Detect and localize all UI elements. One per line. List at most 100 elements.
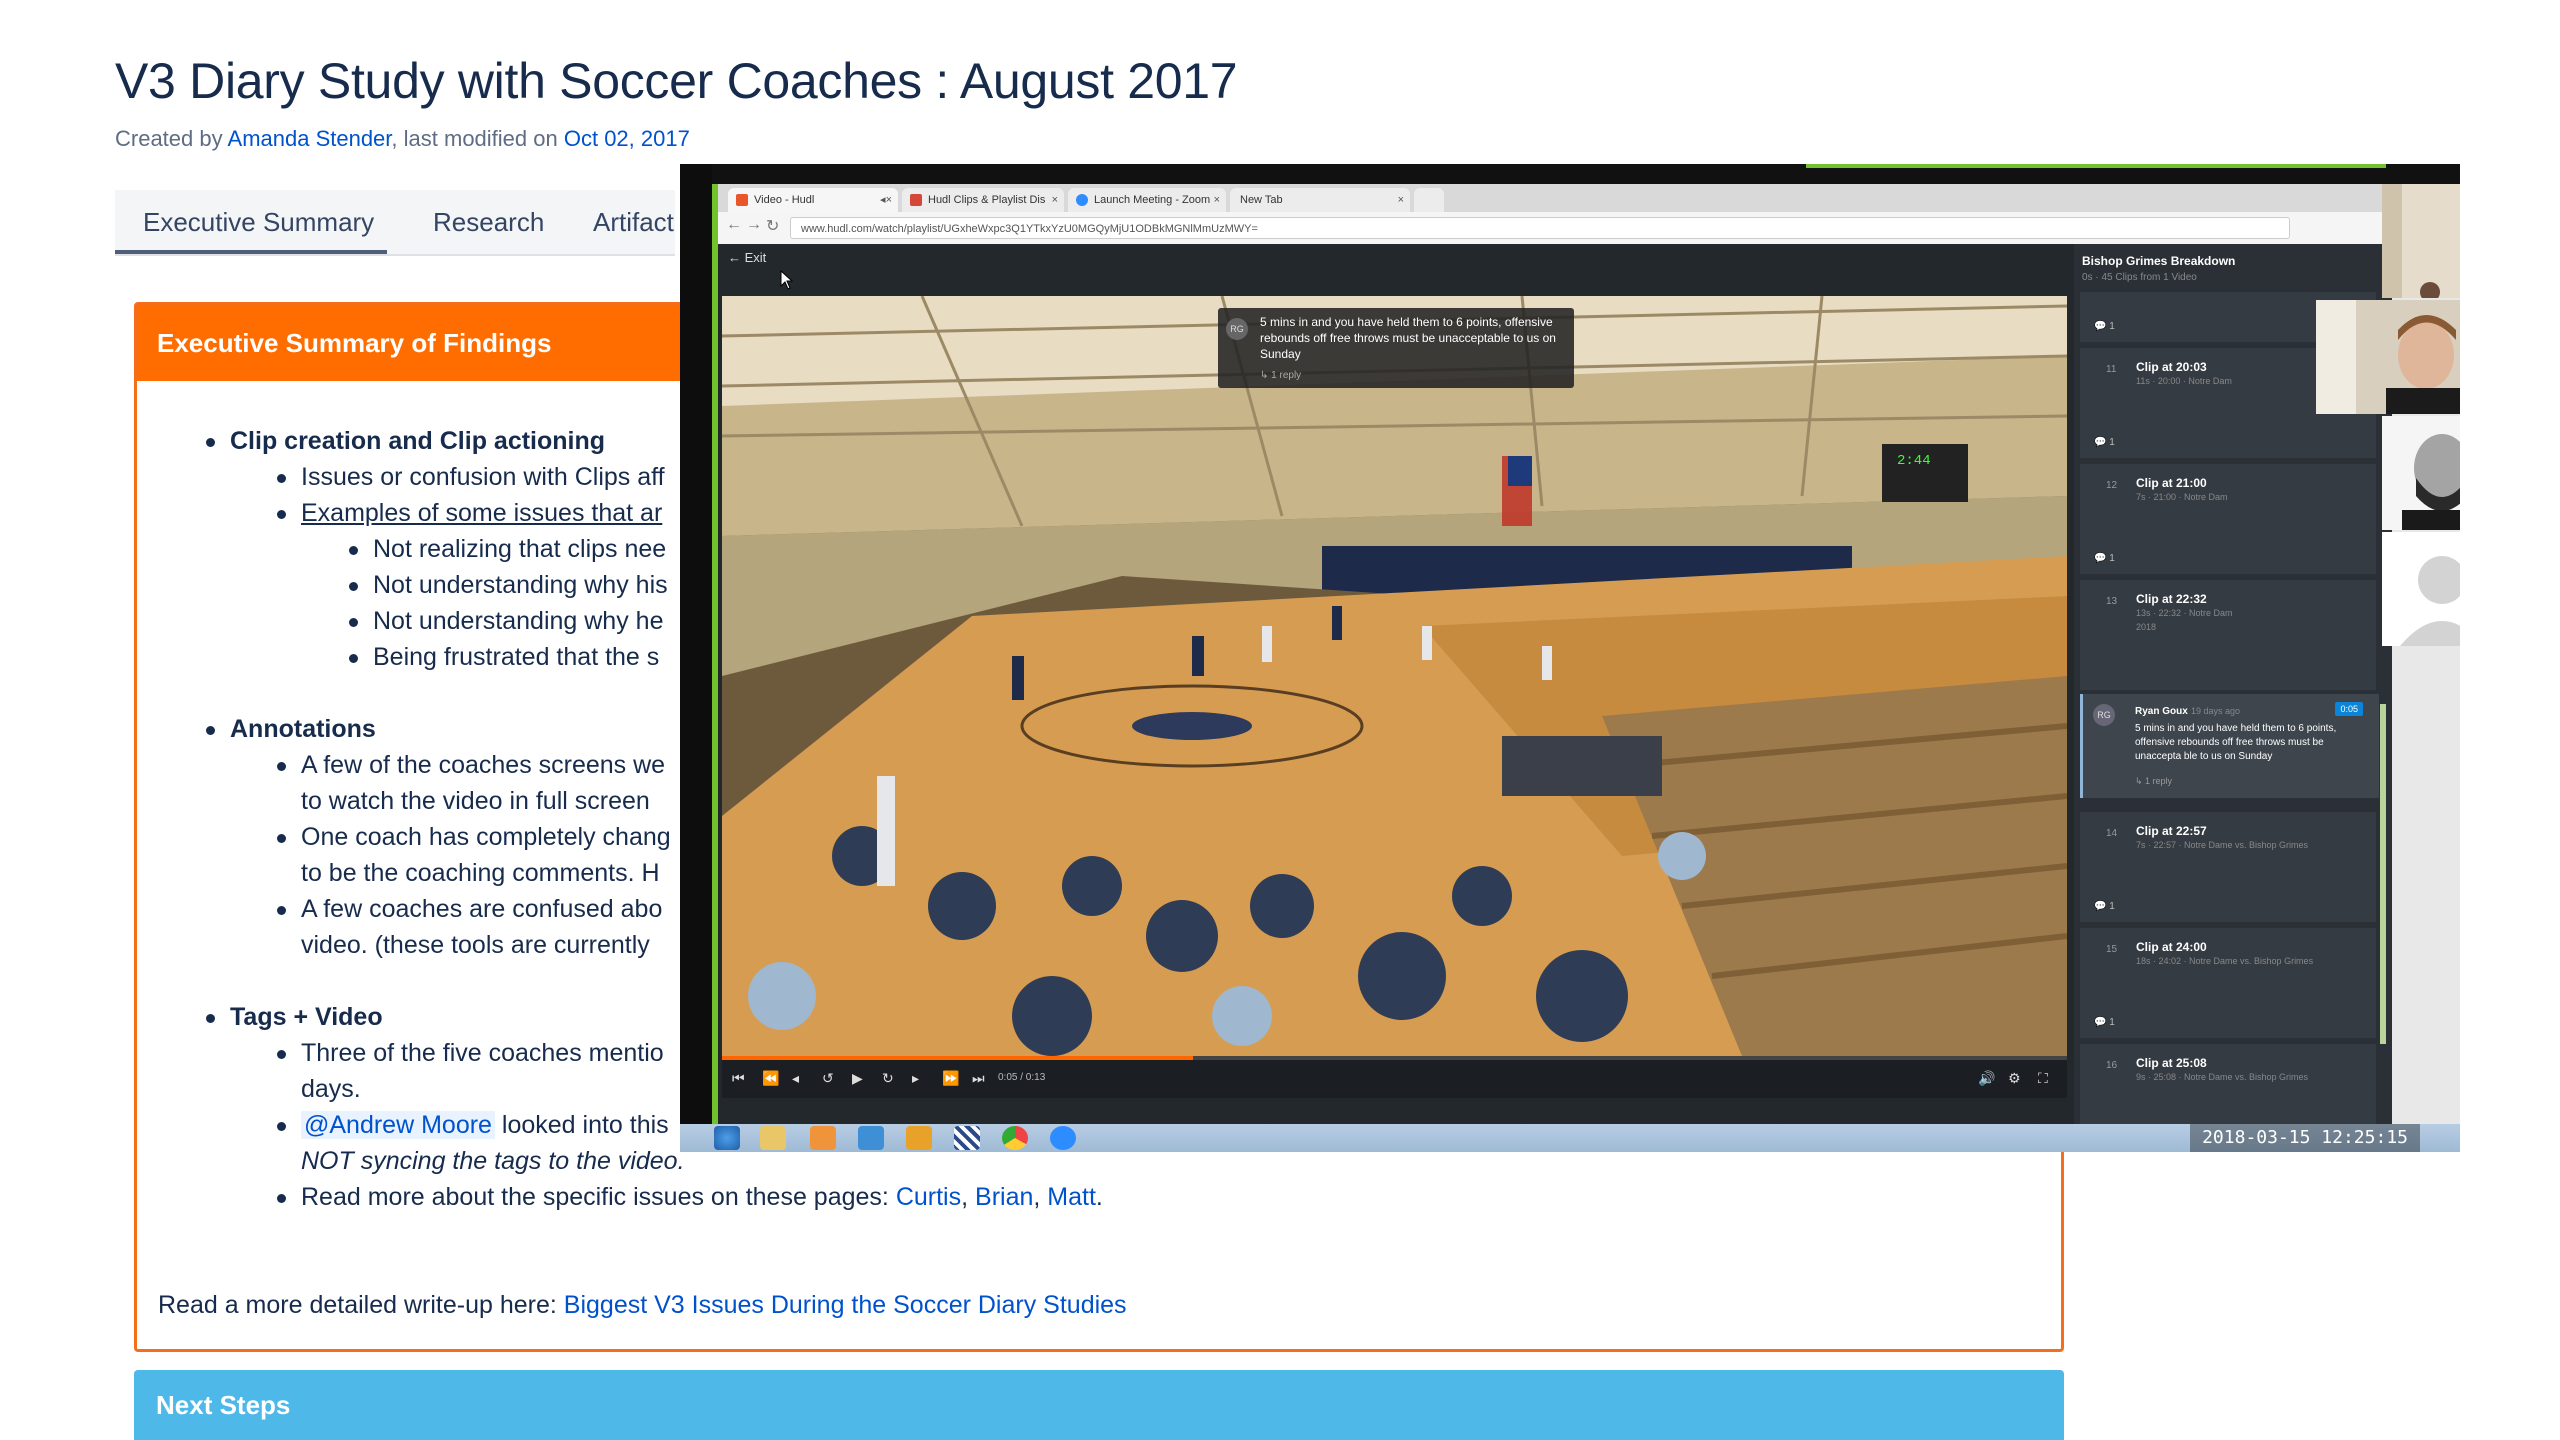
zoom-app-icon[interactable] xyxy=(1050,1126,1076,1150)
clip-number: 15 xyxy=(2106,944,2118,955)
close-tab-icon[interactable]: × xyxy=(1214,188,1220,212)
play-icon[interactable]: ▶ xyxy=(852,1070,863,1087)
clip-sub-1: Not realizing that clips nee xyxy=(348,531,666,567)
gmail-favicon-icon xyxy=(910,194,922,206)
comment-count: 💬 1 xyxy=(2094,901,2115,912)
clip-item-2-link[interactable]: Examples of some issues that ar xyxy=(276,495,662,531)
skip-end-icon[interactable]: ⏭ xyxy=(972,1070,985,1087)
overlay-frame xyxy=(680,164,712,1124)
browser-tab-zoom[interactable]: Launch Meeting - Zoom × xyxy=(1068,188,1226,212)
page-tabs: Executive Summary Research Artifact xyxy=(115,190,675,256)
comment-reply-link[interactable]: ↳ 1 reply xyxy=(2135,776,2172,787)
step-back-icon[interactable]: ◂ xyxy=(792,1070,799,1087)
annotations-item-1-cont: to watch the video in full screen xyxy=(301,787,650,815)
clip-card-15[interactable]: 15 Clip at 24:00 18s · 24:02 · Notre Dam… xyxy=(2080,928,2376,1038)
skip-start-icon[interactable]: ⏮ xyxy=(732,1070,745,1087)
back-arrow-icon[interactable]: ← xyxy=(726,216,742,234)
sep-1: , xyxy=(961,1183,976,1211)
close-tab-icon[interactable]: ◂× xyxy=(880,188,892,212)
volume-icon[interactable]: 🔊 xyxy=(1978,1070,1995,1087)
sidebar-scrollbar[interactable] xyxy=(2380,704,2386,1044)
author-link[interactable]: Amanda Stender xyxy=(228,126,392,151)
outlook-icon[interactable] xyxy=(906,1126,932,1150)
hudl-player-page: ← Exit 2:44 RG 5 mins in and you have he… xyxy=(718,244,2392,1124)
link-matt[interactable]: Matt xyxy=(1047,1183,1096,1211)
clip-number: 14 xyxy=(2106,828,2118,839)
tags-item-3-text: Read more about the specific issues on t… xyxy=(301,1183,896,1211)
selected-clip-comment[interactable]: RG Ryan Goux 19 days ago 0:05 5 mins in … xyxy=(2080,694,2379,798)
url-field[interactable]: www.hudl.com/watch/playlist/UGxheWxpc3Q1… xyxy=(790,217,2290,239)
playlist-subtitle: 0s · 45 Clips from 1 Video xyxy=(2082,272,2197,283)
close-tab-icon[interactable]: × xyxy=(1052,188,1058,212)
rewind-icon[interactable]: ⏪ xyxy=(762,1070,779,1087)
video-comment-overlay[interactable]: RG 5 mins in and you have held them to 6… xyxy=(1218,308,1574,388)
clip-number: 11 xyxy=(2106,364,2117,375)
modified-date-link[interactable]: Oct 02, 2017 xyxy=(564,126,690,151)
participant-video-4[interactable] xyxy=(2382,532,2460,646)
svg-text:2:44: 2:44 xyxy=(1897,453,1931,469)
participant-video-3[interactable] xyxy=(2382,416,2460,530)
network-app-icon[interactable] xyxy=(954,1126,980,1150)
close-tab-icon[interactable]: × xyxy=(1398,188,1404,212)
participant-video-1[interactable] xyxy=(2382,184,2460,298)
writeup-link[interactable]: Biggest V3 Issues During the Soccer Diar… xyxy=(564,1291,1127,1319)
browser-tab-label: Hudl Clips & Playlist Dis xyxy=(928,194,1046,206)
next-steps-header: Next Steps xyxy=(134,1370,2064,1440)
loop-icon[interactable]: ↻ xyxy=(882,1070,894,1087)
participant-video-2[interactable] xyxy=(2316,300,2460,414)
link-curtis[interactable]: Curtis xyxy=(896,1183,961,1211)
clip-card-14[interactable]: 14 Clip at 22:57 7s · 22:57 · Notre Dame… xyxy=(2080,812,2376,922)
forward-arrow-icon[interactable]: → xyxy=(746,216,762,234)
clip-meta: 7s · 22:57 · Notre Dame vs. Bishop Grime… xyxy=(2136,840,2309,850)
tab-artifact[interactable]: Artifact xyxy=(593,190,674,254)
reload-icon[interactable]: ↻ xyxy=(766,216,779,236)
clip-meta-extra: 2018 xyxy=(2136,622,2157,632)
comment-count-value: 1 xyxy=(2109,1017,2115,1028)
replay-icon[interactable]: ↺ xyxy=(822,1070,834,1087)
internet-explorer-icon[interactable] xyxy=(858,1126,884,1150)
browser-tab-hudl[interactable]: Video - Hudl ◂× xyxy=(728,188,898,212)
media-player-icon[interactable] xyxy=(810,1126,836,1150)
clip-title: Clip at 25:08 xyxy=(2136,1056,2207,1070)
tab-research[interactable]: Research xyxy=(433,190,544,254)
browser-tab-new[interactable]: New Tab × xyxy=(1230,188,1410,212)
video-comment-reply-link[interactable]: ↳ 1 reply xyxy=(1260,368,1301,384)
comment-count-value: 1 xyxy=(2109,901,2115,912)
comment-timestamp-badge[interactable]: 0:05 xyxy=(2335,702,2363,716)
participant-1-image xyxy=(2382,184,2460,298)
step-forward-icon[interactable]: ▸ xyxy=(912,1070,919,1087)
new-tab-button[interactable] xyxy=(1414,188,1444,212)
start-button-icon[interactable] xyxy=(714,1126,740,1150)
zoom-participants xyxy=(2316,184,2460,654)
clip-number: 13 xyxy=(2106,596,2118,607)
tab-executive-summary[interactable]: Executive Summary xyxy=(115,190,387,254)
user-mention-link[interactable]: @Andrew Moore xyxy=(301,1111,495,1139)
link-brian[interactable]: Brian xyxy=(975,1183,1033,1211)
sep-2: , xyxy=(1033,1183,1048,1211)
tags-item-2-cont: NOT syncing the tags to the video. xyxy=(301,1147,685,1175)
clip-card-12[interactable]: 12 Clip at 21:00 7s · 21:00 · Notre Dam … xyxy=(2080,464,2376,574)
annotations-item-1: A few of the coaches screens we xyxy=(276,747,665,783)
file-explorer-icon[interactable] xyxy=(760,1126,786,1150)
clip-meta: 11s · 20:00 · Notre Dam xyxy=(2136,376,2232,386)
comment-count: 💬 1 xyxy=(2094,437,2115,448)
page-byline: Created by Amanda Stender, last modified… xyxy=(115,126,690,152)
timecode: 0:05 / 0:13 xyxy=(998,1072,1046,1083)
clip-number: 16 xyxy=(2106,1060,2118,1071)
comment-count-value: 1 xyxy=(2109,553,2115,564)
video-player[interactable]: 2:44 RG 5 mins in and you have held them… xyxy=(722,296,2067,1056)
clip-title: Clip at 21:00 xyxy=(2136,476,2207,490)
chrome-icon[interactable] xyxy=(1002,1126,1028,1150)
fullscreen-icon[interactable]: ⛶ xyxy=(2038,1070,2048,1087)
exit-button[interactable]: ← Exit xyxy=(728,250,766,265)
clip-card-13[interactable]: 13 Clip at 22:32 13s · 22:32 · Notre Dam… xyxy=(2080,580,2376,690)
settings-gear-icon[interactable]: ⚙ xyxy=(2008,1070,2021,1087)
commenter-avatar: RG xyxy=(2093,704,2115,726)
fast-forward-icon[interactable]: ⏩ xyxy=(942,1070,959,1087)
tags-item-1: Three of the five coaches mentio xyxy=(277,1035,664,1071)
clip-card-16[interactable]: 16 Clip at 25:08 9s · 25:08 · Notre Dame… xyxy=(2080,1044,2376,1124)
share-indicator-border xyxy=(1806,164,2386,168)
progress-bar[interactable] xyxy=(722,1056,2067,1060)
browser-tab-hudl-clips[interactable]: Hudl Clips & Playlist Dis × xyxy=(902,188,1064,212)
comment-age: 19 days ago xyxy=(2191,706,2241,716)
